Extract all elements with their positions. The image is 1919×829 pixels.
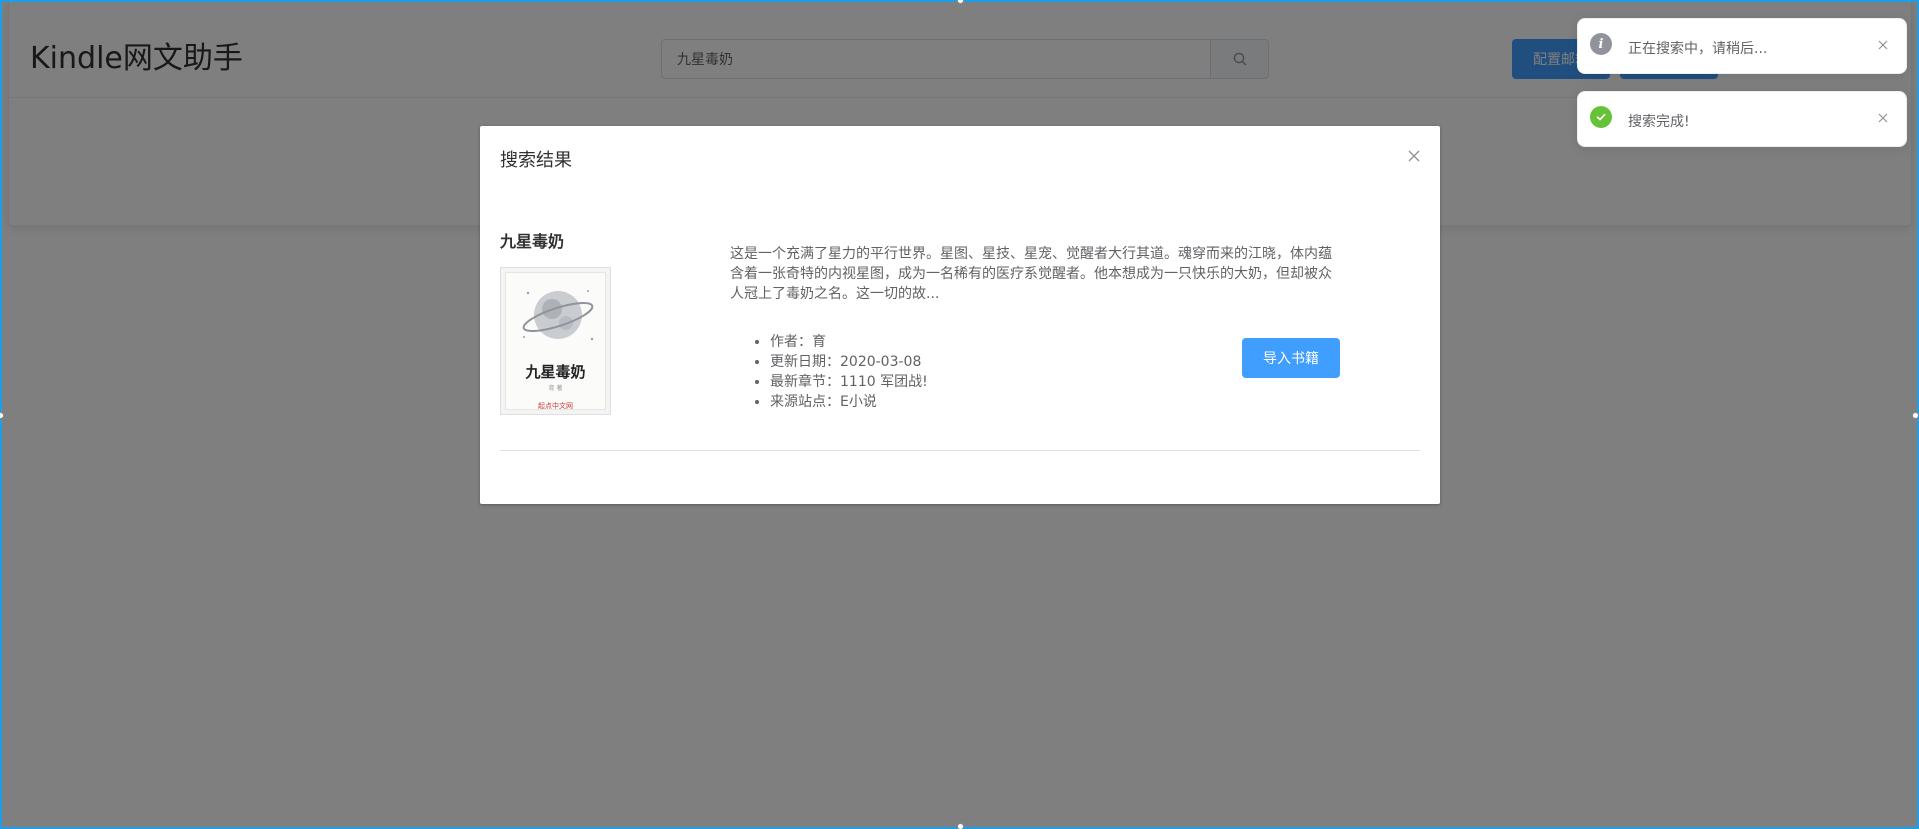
book-update-date: 更新日期：2020-03-08 bbox=[770, 352, 928, 372]
close-icon[interactable] bbox=[1876, 37, 1890, 51]
search-results-dialog: 搜索结果 九星毒奶 九星毒奶 育 著 起点中文网 这是一个充满了星力的平行世界。… bbox=[480, 126, 1440, 504]
book-description: 这是一个充满了星力的平行世界。星图、星技、星宠、觉醒者大行其道。魂穿而来的江晓，… bbox=[730, 246, 1332, 302]
cover-author: 育 著 bbox=[548, 385, 563, 392]
import-book-button[interactable]: 导入书籍 bbox=[1242, 338, 1340, 378]
book-title: 九星毒奶 bbox=[500, 232, 565, 251]
book-cover: 九星毒奶 育 著 起点中文网 bbox=[500, 267, 611, 415]
cover-title: 九星毒奶 bbox=[525, 363, 586, 381]
close-icon[interactable] bbox=[1876, 110, 1890, 124]
planet-illustration-icon bbox=[522, 290, 594, 341]
info-icon: i bbox=[1590, 33, 1612, 55]
notification-text: 正在搜索中，请稍后... bbox=[1628, 41, 1768, 57]
book-source-site: 来源站点：E小说 bbox=[770, 392, 928, 412]
check-icon bbox=[1590, 106, 1612, 128]
cover-art: 九星毒奶 育 著 起点中文网 bbox=[505, 272, 606, 410]
close-icon[interactable] bbox=[1406, 148, 1422, 164]
cover-publisher-logo: 起点中文网 bbox=[538, 402, 573, 410]
notification-searching: i 正在搜索中，请稍后... bbox=[1577, 18, 1907, 74]
book-author: 作者：育 bbox=[770, 332, 928, 352]
notification-text: 搜索完成! bbox=[1628, 114, 1690, 130]
dialog-title: 搜索结果 bbox=[500, 150, 572, 171]
dialog-divider bbox=[500, 450, 1420, 451]
notification-complete: 搜索完成! bbox=[1577, 91, 1907, 147]
book-latest-chapter: 最新章节：1110 军团战! bbox=[770, 372, 928, 392]
book-meta-list: 作者：育 更新日期：2020-03-08 最新章节：1110 军团战! 来源站点… bbox=[770, 332, 928, 412]
